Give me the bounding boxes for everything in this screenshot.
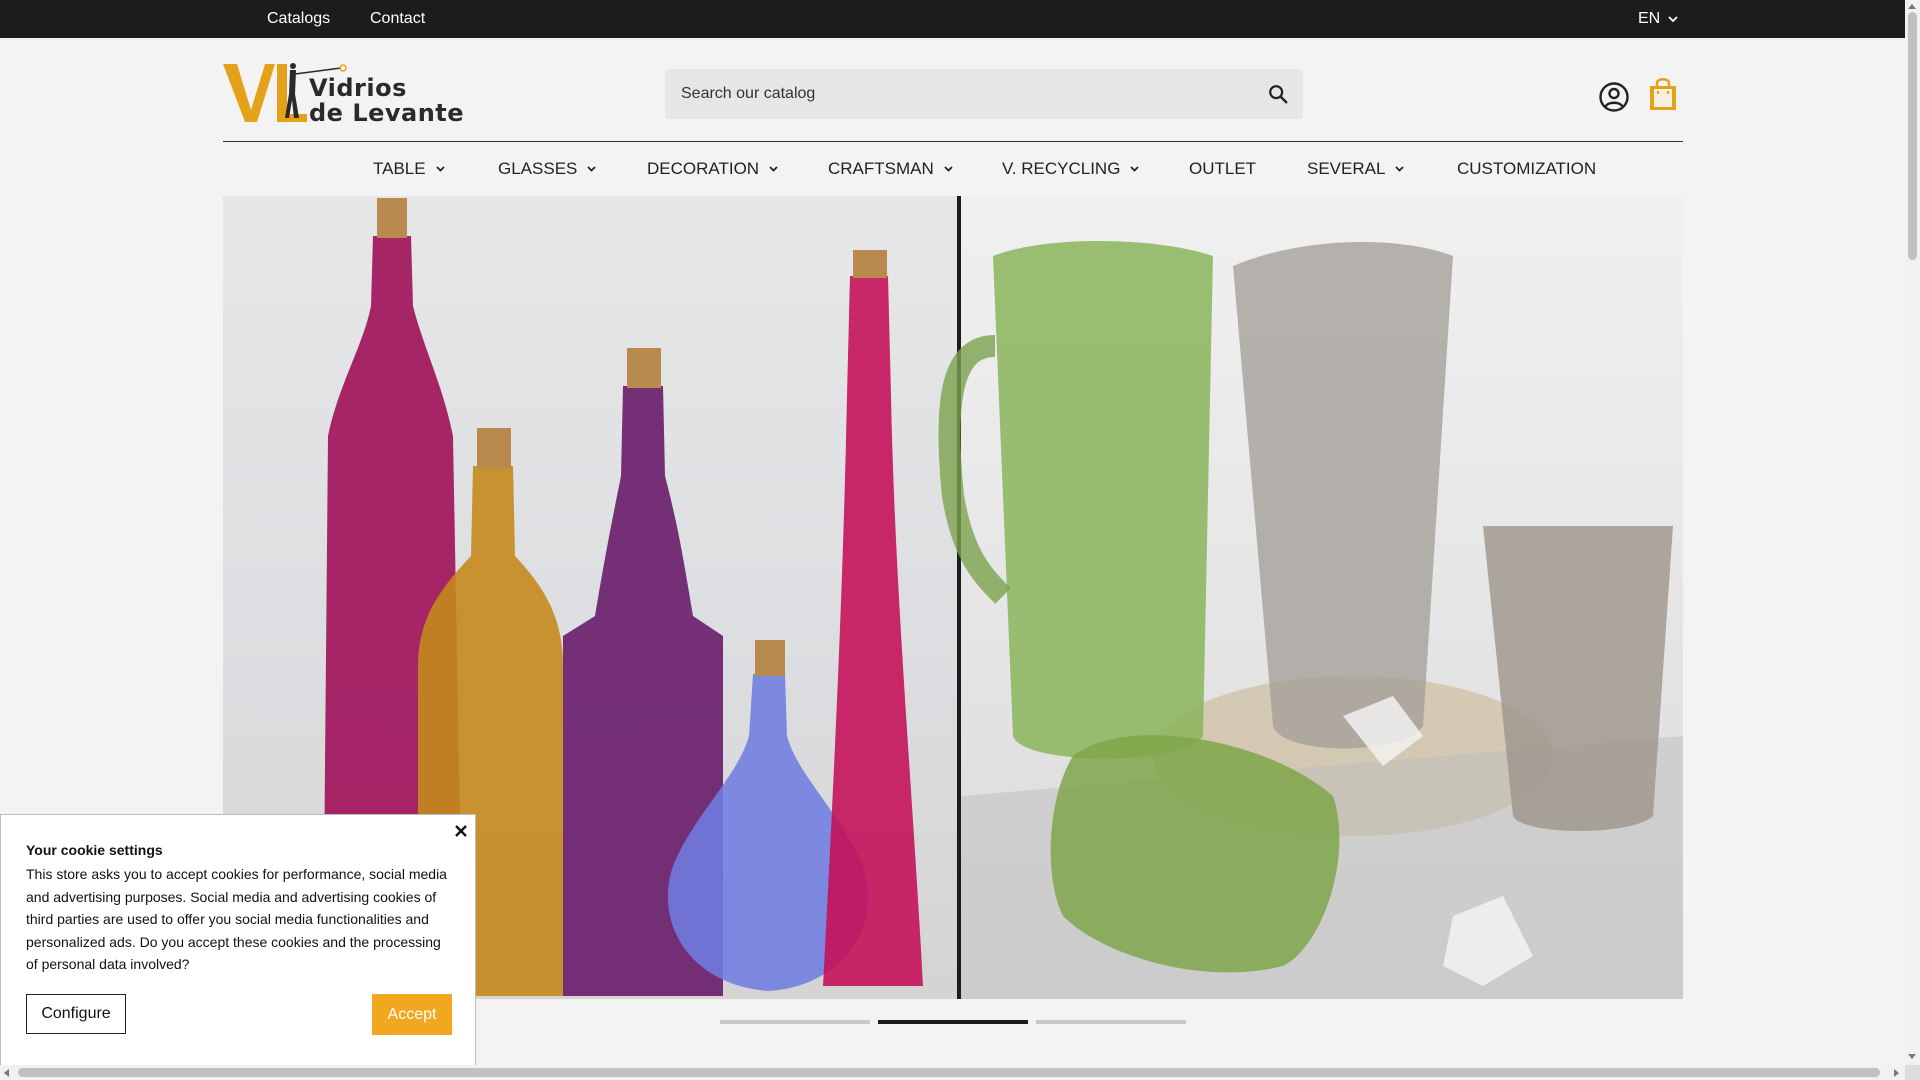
logo-line1: Vidrios bbox=[309, 74, 407, 102]
slider-dot-2[interactable] bbox=[878, 1020, 1028, 1024]
nav-label: CRAFTSMAN bbox=[828, 159, 934, 178]
contact-link[interactable]: Contact bbox=[370, 10, 425, 28]
chevron-down-icon bbox=[1668, 15, 1678, 22]
slider-dot-3[interactable] bbox=[1036, 1020, 1186, 1024]
nav-label: OUTLET bbox=[1189, 159, 1257, 178]
scroll-left-arrow-icon[interactable] bbox=[4, 1069, 9, 1077]
language-label: EN bbox=[1638, 10, 1661, 27]
horizontal-scrollbar[interactable] bbox=[0, 1065, 1905, 1080]
site-header: Vidrios de Levante bbox=[223, 38, 1683, 142]
chevron-down-icon bbox=[435, 166, 445, 172]
scrollbar-corner bbox=[1905, 1065, 1920, 1080]
scroll-down-arrow-icon[interactable] bbox=[1908, 1054, 1916, 1059]
nav-label: V. RECYCLING bbox=[1002, 159, 1121, 178]
configure-button[interactable]: Configure bbox=[26, 994, 126, 1034]
logo-line2: de Levante bbox=[309, 99, 465, 127]
nav-item-table[interactable]: TABLE bbox=[373, 159, 445, 179]
shopping-bag-icon[interactable] bbox=[1647, 76, 1679, 112]
nav-item-several[interactable]: SEVERAL bbox=[1307, 159, 1405, 179]
chevron-down-icon bbox=[769, 166, 778, 172]
nav-item-outlet[interactable]: OUTLET bbox=[1189, 159, 1256, 179]
nav-item-glasses[interactable]: GLASSES bbox=[498, 159, 597, 179]
chevron-down-icon bbox=[944, 166, 953, 172]
horizontal-scroll-thumb[interactable] bbox=[18, 1068, 1880, 1077]
nav-label: CUSTOMIZATION bbox=[1457, 159, 1597, 178]
slider-pagination bbox=[720, 1020, 1186, 1024]
cookie-title: Your cookie settings bbox=[26, 842, 163, 858]
slider-dot-1[interactable] bbox=[720, 1020, 870, 1024]
catalogs-link[interactable]: Catalogs bbox=[267, 10, 330, 28]
scroll-up-arrow-icon[interactable] bbox=[1908, 4, 1916, 9]
chevron-down-icon bbox=[587, 166, 597, 172]
search-input[interactable] bbox=[681, 69, 1241, 119]
chevron-down-icon bbox=[1130, 166, 1140, 172]
nav-label: SEVERAL bbox=[1307, 159, 1386, 178]
nav-item-craftsman[interactable]: CRAFTSMAN bbox=[828, 159, 953, 179]
top-bar: Catalogs Contact EN bbox=[0, 0, 1905, 38]
nav-item-customization[interactable]: CUSTOMIZATION bbox=[1457, 159, 1596, 179]
main-navigation: TABLE GLASSES DECORATION CRAFTSMAN V. RE… bbox=[223, 143, 1683, 195]
close-icon[interactable] bbox=[453, 823, 469, 839]
cookie-body: This store asks you to accept cookies fo… bbox=[26, 866, 447, 972]
cookie-consent-dialog: Your cookie settings This store asks you… bbox=[0, 814, 476, 1066]
nav-label: GLASSES bbox=[498, 159, 578, 178]
nav-label: DECORATION bbox=[647, 159, 760, 178]
logo[interactable]: Vidrios de Levante bbox=[223, 60, 465, 127]
user-circle-icon[interactable] bbox=[1598, 81, 1630, 113]
accept-button[interactable]: Accept bbox=[372, 994, 452, 1035]
search-icon[interactable] bbox=[1267, 83, 1289, 105]
nav-item-decoration[interactable]: DECORATION bbox=[647, 159, 778, 179]
scroll-right-arrow-icon[interactable] bbox=[1894, 1069, 1899, 1077]
glassware-illustration bbox=[938, 241, 1683, 999]
language-selector[interactable]: EN bbox=[1638, 10, 1678, 28]
nav-item-v-recycling[interactable]: V. RECYCLING bbox=[1002, 159, 1140, 179]
chevron-down-icon bbox=[1395, 166, 1405, 172]
nav-label: TABLE bbox=[373, 159, 426, 178]
vertical-scroll-thumb[interactable] bbox=[1908, 12, 1917, 260]
vertical-scrollbar[interactable] bbox=[1905, 0, 1920, 1080]
search-bar bbox=[665, 69, 1303, 119]
